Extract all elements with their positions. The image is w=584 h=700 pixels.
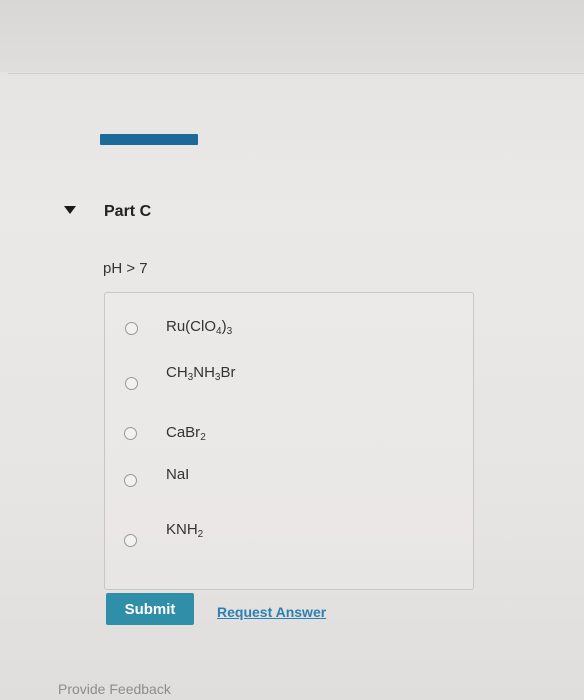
option-label: CaBr2 xyxy=(166,424,206,443)
radio-button[interactable] xyxy=(125,322,138,335)
progress-accent-bar xyxy=(100,134,198,145)
option-label: CH3NH3Br xyxy=(166,364,236,383)
question-text: pH > 7 xyxy=(103,260,148,277)
options-box xyxy=(104,292,474,590)
provide-feedback-link[interactable]: Provide Feedback xyxy=(58,681,171,697)
option-label: NaI xyxy=(166,466,190,483)
option-label: Ru(ClO4)3 xyxy=(166,318,233,337)
collapse-caret-icon[interactable] xyxy=(64,206,76,214)
radio-button[interactable] xyxy=(124,474,137,487)
option-label: KNH2 xyxy=(166,521,204,540)
radio-button[interactable] xyxy=(124,534,137,547)
top-strip xyxy=(0,0,584,72)
request-answer-link[interactable]: Request Answer xyxy=(217,604,326,620)
radio-button[interactable] xyxy=(124,427,137,440)
radio-button[interactable] xyxy=(125,377,138,390)
submit-button[interactable]: Submit xyxy=(106,593,194,625)
divider xyxy=(8,73,584,74)
part-title: Part C xyxy=(104,203,152,220)
